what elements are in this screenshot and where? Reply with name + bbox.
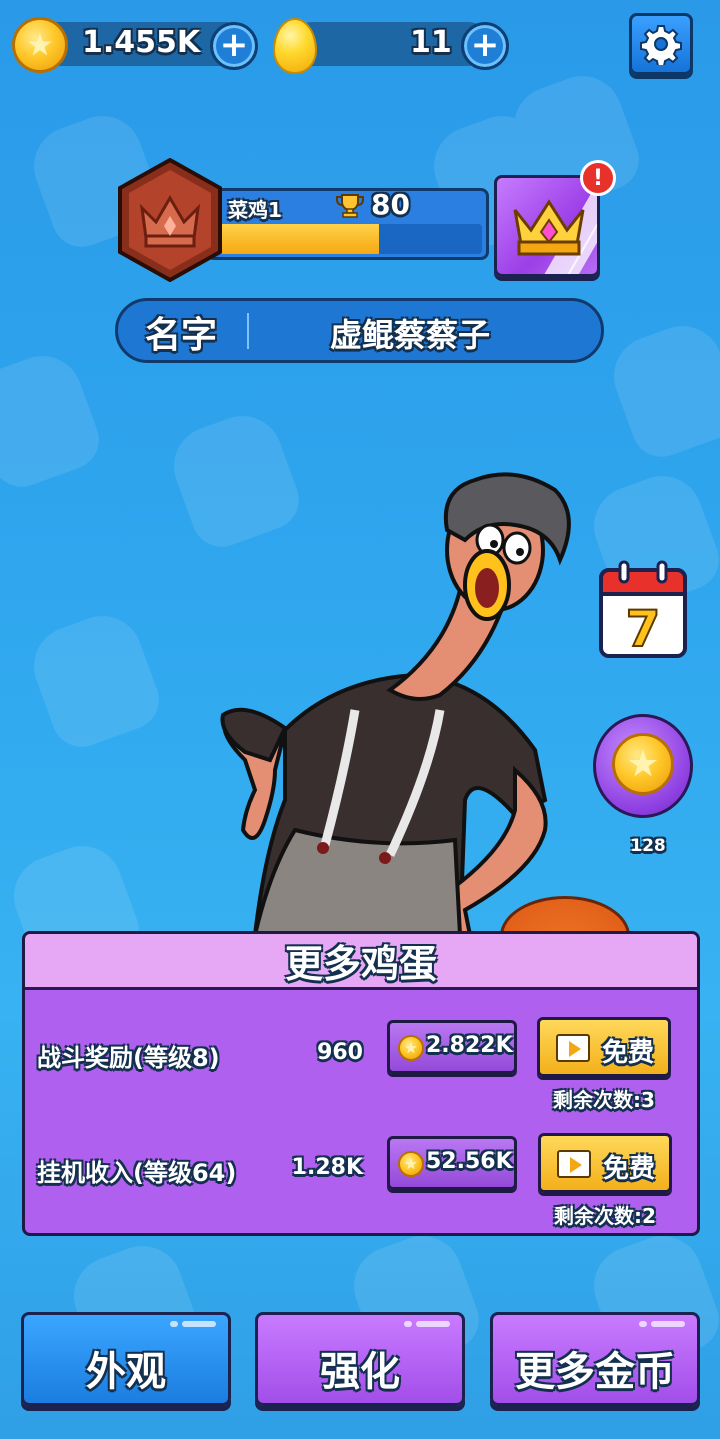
add-coins-button[interactable]: + (210, 22, 258, 70)
rank-progress-fill (212, 224, 379, 254)
coin-amount: 1.455K (82, 25, 201, 60)
more-eggs-title: 更多鸡蛋 (284, 942, 437, 986)
name-divider (247, 313, 249, 349)
egg-counter-bar (290, 22, 490, 66)
battle-reward-remaining: 剩余次数:3 (553, 1088, 655, 1112)
appearance-button[interactable]: 外观 (21, 1312, 231, 1406)
egg-amount: 11 (410, 25, 452, 60)
coin-bonus-button[interactable]: ★ (593, 714, 693, 818)
egg-icon (273, 18, 317, 74)
gear-icon (640, 25, 682, 65)
trophy-icon (336, 194, 364, 218)
upgrade-button[interactable]: 强化 (255, 1312, 465, 1406)
chicken-character (220, 472, 571, 935)
star-coin-icon: ★ (398, 1151, 424, 1177)
rank-badge-icon[interactable] (116, 158, 224, 282)
idle-income-remaining: 剩余次数:2 (554, 1204, 656, 1228)
upgrade-label: 强化 (320, 1349, 400, 1395)
star-coin-icon: ★ (398, 1035, 424, 1061)
rank-name: 菜鸡1 (228, 198, 282, 222)
idle-income-buy-button[interactable]: ★ 52.56K (387, 1136, 517, 1190)
plus-icon: + (219, 24, 249, 65)
more-coins-label: 更多金币 (515, 1349, 675, 1395)
settings-button[interactable] (629, 13, 693, 75)
battle-reward-free-button[interactable]: 免费 (537, 1017, 671, 1077)
idle-income-price: 52.56K (426, 1149, 513, 1174)
play-video-icon (557, 1150, 591, 1178)
idle-income-free-button[interactable]: 免费 (538, 1133, 672, 1193)
idle-income-amount: 1.28K (291, 1155, 363, 1180)
alert-badge: ! (580, 160, 616, 196)
add-eggs-button[interactable]: + (461, 22, 509, 70)
trophy-count: 80 (371, 188, 410, 221)
plus-icon: + (470, 24, 500, 65)
idle-income-label: 挂机收入(等级64) (37, 1159, 237, 1187)
calendar-day: 7 (626, 600, 661, 658)
star-coin-icon: ★ (12, 17, 68, 73)
battle-reward-price: 2.822K (426, 1033, 513, 1058)
appearance-label: 外观 (86, 1349, 166, 1395)
free-label: 免费 (603, 1154, 656, 1184)
star-coin-icon: ★ (612, 733, 674, 795)
calendar-icon[interactable]: 7 (598, 560, 688, 660)
battle-reward-buy-button[interactable]: ★ 2.822K (387, 1020, 517, 1074)
crown-icon (513, 199, 585, 256)
name-label: 名字 (145, 315, 218, 356)
free-label: 免费 (602, 1038, 655, 1068)
more-coins-button[interactable]: 更多金币 (490, 1312, 700, 1406)
play-video-icon (556, 1034, 590, 1062)
coin-bonus-count: 128 (630, 836, 666, 856)
player-name: 虚鲲蔡蔡子 (329, 316, 490, 354)
battle-reward-label: 战斗奖励(等级8) (37, 1044, 220, 1072)
battle-reward-amount: 960 (317, 1040, 363, 1065)
